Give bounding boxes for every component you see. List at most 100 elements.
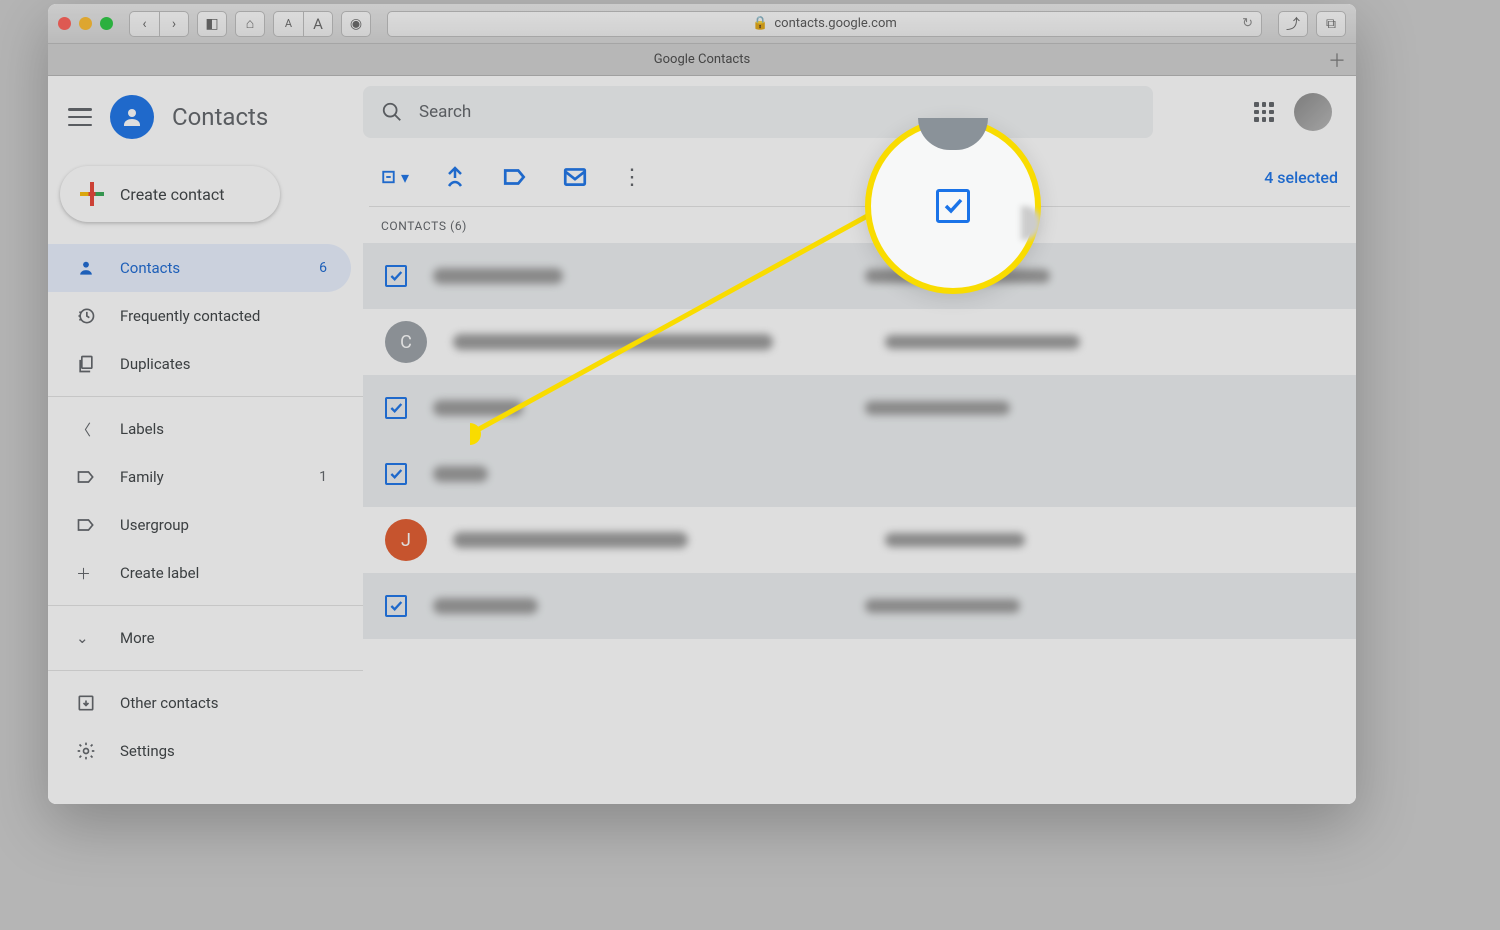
reload-icon[interactable]: ↻ (1242, 16, 1253, 31)
sidebar-item-frequent[interactable]: Frequently contacted (48, 292, 351, 340)
contact-row[interactable] (363, 243, 1356, 309)
sidebar-item-contacts[interactable]: Contacts 6 (48, 244, 351, 292)
create-contact-label: Create contact (120, 185, 224, 204)
sidebar-settings[interactable]: Settings (48, 727, 351, 775)
search-icon (381, 101, 403, 123)
text-smaller[interactable]: A (273, 11, 303, 37)
sidebar-label: Frequently contacted (120, 307, 260, 325)
text-larger[interactable]: A (303, 11, 333, 37)
contact-avatar[interactable]: C (385, 321, 427, 363)
contact-row[interactable]: J (363, 507, 1356, 573)
contact-name-blurred (453, 532, 688, 548)
new-tab-button[interactable]: ＋ (1328, 47, 1346, 73)
more-actions-icon[interactable]: ⋮ (621, 165, 643, 190)
contact-avatar[interactable]: J (385, 519, 427, 561)
create-contact-button[interactable]: Create contact (60, 166, 280, 222)
address-bar[interactable]: 🔒 contacts.google.com ↻ (387, 11, 1262, 37)
contact-row[interactable] (363, 573, 1356, 639)
divider (48, 396, 363, 397)
contact-name-blurred (453, 334, 773, 350)
sidebar-label: Contacts (120, 259, 180, 277)
sidebar-label: Family (120, 468, 164, 486)
chevron-down-icon: ⌄ (76, 629, 98, 647)
app-header: Contacts (48, 86, 363, 148)
zoom-checkbox-icon (936, 189, 970, 223)
close-window[interactable] (58, 17, 71, 30)
checkbox-checked-icon[interactable] (385, 397, 407, 419)
archive-icon (76, 693, 98, 713)
forward-button[interactable]: › (159, 11, 189, 37)
contact-name-blurred (433, 400, 523, 416)
sidebar-label-family[interactable]: Family 1 (48, 453, 351, 501)
merge-icon[interactable] (441, 163, 469, 191)
menu-icon[interactable] (68, 108, 92, 126)
contact-email-blurred (865, 401, 1010, 415)
account-avatar[interactable] (1294, 93, 1332, 131)
checkbox-checked-icon[interactable] (385, 265, 407, 287)
tabs-button[interactable]: ⧉ (1316, 11, 1346, 37)
contacts-heading: CONTACTS (6) (363, 207, 1356, 243)
gear-icon (76, 741, 98, 761)
sidebar-labels-heading[interactable]: 〈 Labels (48, 405, 351, 453)
label-action-icon[interactable] (501, 163, 529, 191)
top-row: Search (363, 76, 1356, 148)
sidebar-item-duplicates[interactable]: Duplicates (48, 340, 351, 388)
extension-button[interactable]: ◉ (341, 11, 371, 37)
tab-title[interactable]: Google Contacts (654, 52, 750, 67)
sidebar-label: Labels (120, 420, 164, 438)
sidebar-create-label[interactable]: ＋ Create label (48, 549, 351, 597)
sidebar-label: Settings (120, 742, 175, 760)
email-icon[interactable] (561, 163, 589, 191)
main-panel: Search ▾ ⋮ 4 selected CONTACTS (6) CJ (363, 76, 1356, 804)
sidebar-label: Other contacts (120, 694, 219, 712)
plus-icon: ＋ (76, 563, 98, 584)
checkbox-checked-icon[interactable] (385, 595, 407, 617)
zoom-avatar-fragment (918, 118, 988, 150)
home-button[interactable]: ⌂ (235, 11, 265, 37)
nav-back-forward: ‹ › (129, 11, 189, 37)
contact-row[interactable] (363, 441, 1356, 507)
sidebar-label: Create label (120, 564, 199, 582)
duplicate-icon (76, 354, 98, 374)
sidebar-label: Usergroup (120, 516, 189, 534)
contacts-logo (110, 95, 154, 139)
contact-name-blurred (433, 268, 563, 284)
sidebar-other-contacts[interactable]: Other contacts (48, 679, 351, 727)
share-button[interactable]: ⤴ (1278, 11, 1308, 37)
app-root: Contacts Create contact Contacts 6 Frequ… (48, 76, 1356, 804)
sidebar: Contacts Create contact Contacts 6 Frequ… (48, 76, 363, 804)
zoom-callout (865, 118, 1041, 294)
select-dropdown-icon[interactable]: ▾ (381, 163, 409, 191)
back-button[interactable]: ‹ (129, 11, 159, 37)
search-box[interactable]: Search (363, 86, 1153, 138)
browser-window: ‹ › ◧ ⌂ A A ◉ 🔒 contacts.google.com ↻ ⤴ … (48, 4, 1356, 804)
browser-chrome: ‹ › ◧ ⌂ A A ◉ 🔒 contacts.google.com ↻ ⤴ … (48, 4, 1356, 44)
text-size-group: A A (273, 11, 333, 37)
person-icon (76, 258, 98, 278)
history-icon (76, 306, 98, 326)
sidebar-more[interactable]: ⌄ More (48, 614, 351, 662)
search-placeholder: Search (419, 102, 471, 122)
sidebar-label: Duplicates (120, 355, 190, 373)
divider (48, 670, 363, 671)
sidebar-toggle[interactable]: ◧ (197, 11, 227, 37)
label-icon (76, 467, 98, 487)
maximize-window[interactable] (100, 17, 113, 30)
contact-name-blurred (433, 598, 538, 614)
google-apps-icon[interactable] (1254, 102, 1274, 122)
checkbox-checked-icon[interactable] (385, 463, 407, 485)
app-title: Contacts (172, 103, 268, 131)
sidebar-count: 6 (319, 260, 327, 276)
contacts-list: CJ (363, 243, 1356, 639)
url-text: contacts.google.com (774, 16, 896, 31)
label-icon (76, 515, 98, 535)
contact-row[interactable]: C (363, 309, 1356, 375)
sidebar-label: More (120, 629, 155, 647)
contact-email-blurred (865, 599, 1020, 613)
minimize-window[interactable] (79, 17, 92, 30)
contact-name-blurred (433, 466, 488, 482)
lock-icon: 🔒 (752, 16, 768, 31)
sidebar-label-usergroup[interactable]: Usergroup (48, 501, 351, 549)
contact-row[interactable] (363, 375, 1356, 441)
selected-count: 4 selected (1264, 168, 1338, 187)
